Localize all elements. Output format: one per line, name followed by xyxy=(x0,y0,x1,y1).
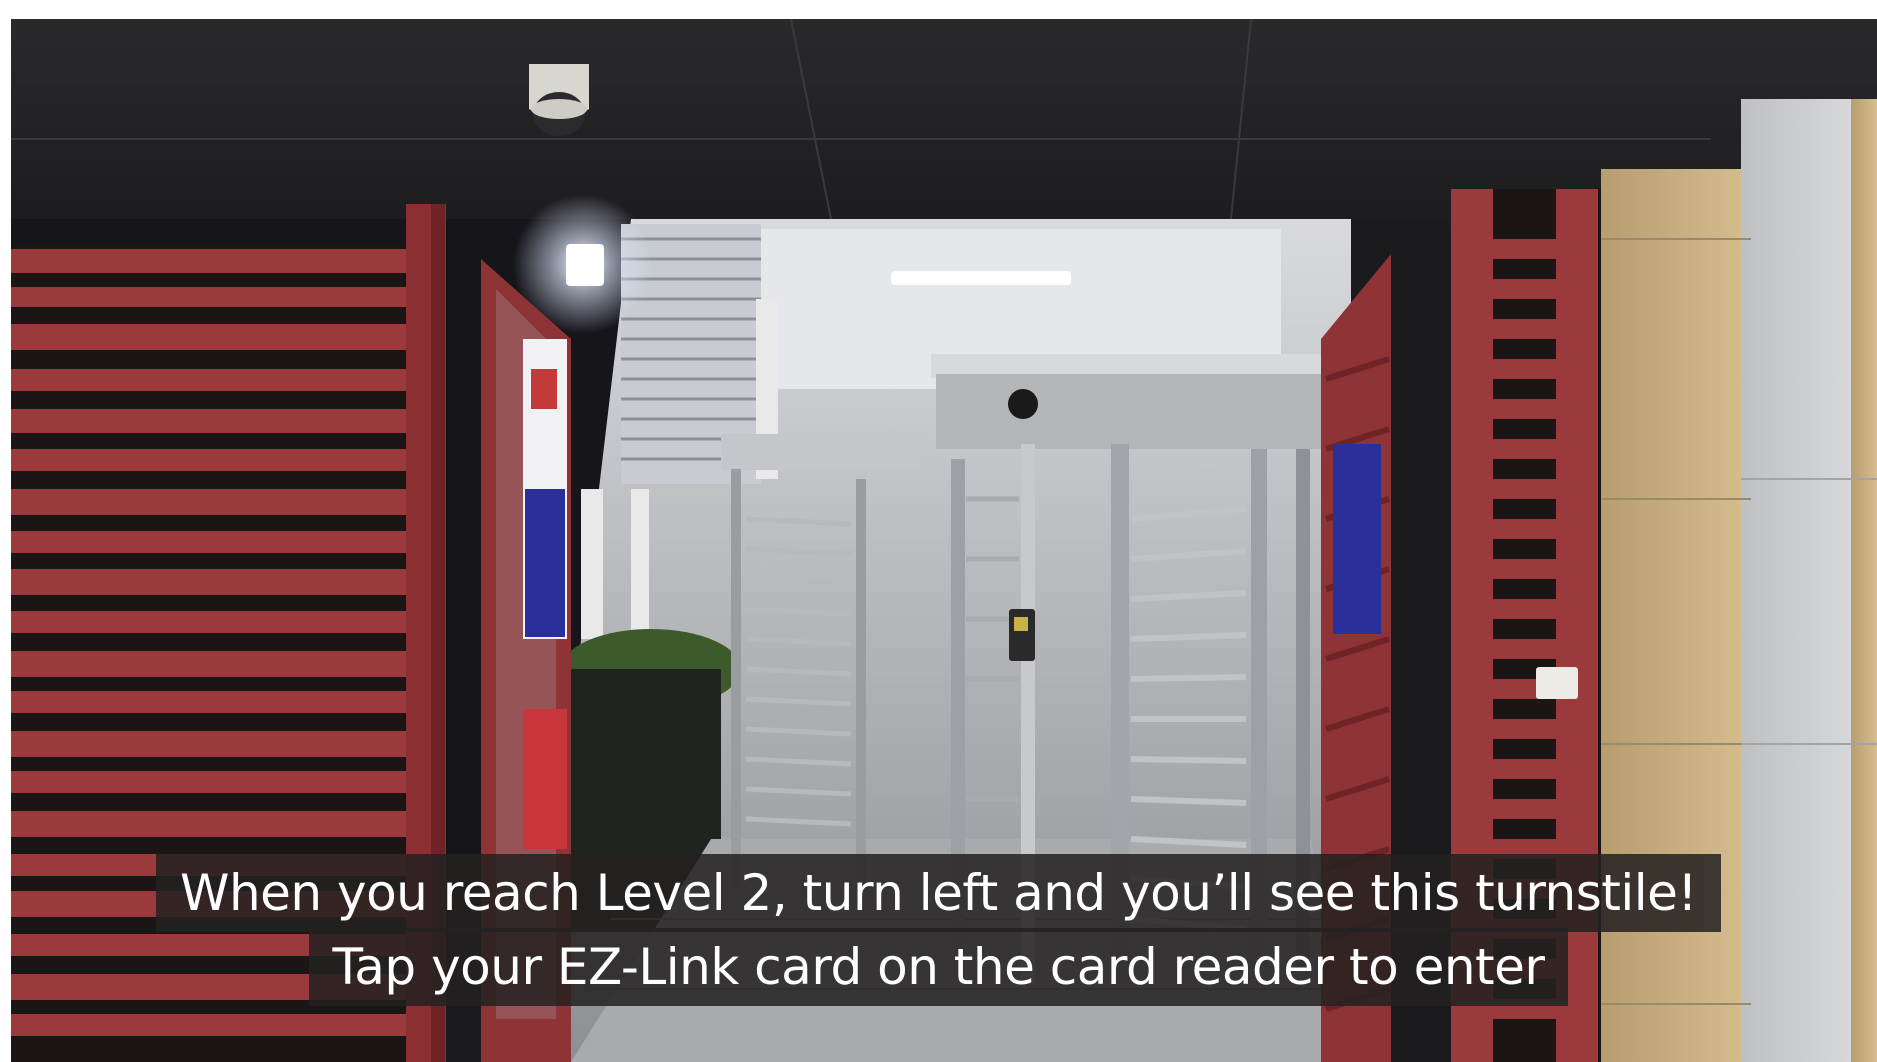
caption-line-1: When you reach Level 2, turn left and yo… xyxy=(0,854,1877,932)
cctv-camera-icon xyxy=(529,64,589,136)
caption-text-1: When you reach Level 2, turn left and yo… xyxy=(156,854,1721,932)
operation-hours-sign xyxy=(1333,444,1381,634)
caption-text-2: Tap your EZ-Link card on the card reader… xyxy=(308,928,1569,1006)
card-reader xyxy=(1009,609,1035,661)
warning-sign xyxy=(523,709,567,849)
caption-line-2: Tap your EZ-Link card on the card reader… xyxy=(0,928,1877,1006)
exit-button xyxy=(1536,667,1578,699)
surveillance-sign xyxy=(523,339,567,639)
ceiling-light xyxy=(891,271,1071,285)
